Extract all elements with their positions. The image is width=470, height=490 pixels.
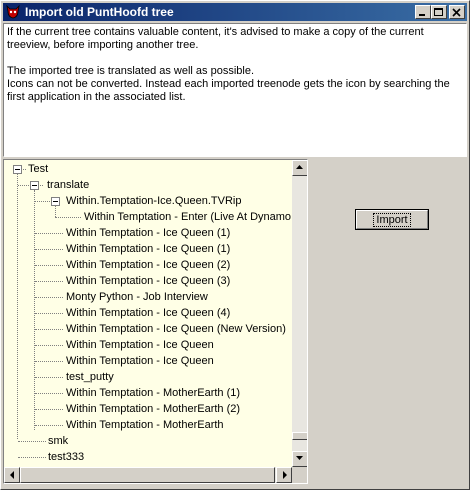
info-paragraph-1: If the current tree contains valuable co… [7, 26, 427, 51]
import-tree-view[interactable]: Test translate Within.Temptation-Ice.Que… [3, 159, 308, 484]
tree-node-tvrip-child[interactable]: Within Temptation - Enter (Live At Dynam… [84, 209, 291, 225]
import-button-label: Import [373, 212, 411, 227]
tree-content: Test translate Within.Temptation-Ice.Que… [4, 160, 291, 467]
tree-line [18, 457, 46, 458]
minimize-icon [419, 14, 425, 16]
scroll-down-button[interactable] [292, 451, 307, 467]
tree-line [35, 233, 63, 234]
info-textbox[interactable]: If the current tree contains valuable co… [3, 23, 467, 157]
app-icon [6, 5, 20, 19]
collapse-icon[interactable] [13, 165, 22, 174]
maximize-icon [434, 8, 443, 16]
tree-line [35, 313, 63, 314]
tree-node-item[interactable]: Within Temptation - Ice Queen [66, 353, 214, 369]
tree-node-smk[interactable]: smk [48, 433, 68, 449]
arrow-right-icon [283, 471, 287, 479]
minimize-button[interactable] [415, 5, 431, 19]
scrollbar-corner [292, 467, 307, 483]
tree-node-root[interactable]: Test [28, 161, 48, 177]
import-dialog: Import old PuntHoofd tree If the current… [0, 0, 470, 490]
tree-node-item[interactable]: Monty Python - Job Interview [66, 289, 208, 305]
import-button[interactable]: Import [355, 209, 429, 230]
info-paragraph-2: The imported tree is translated as well … [7, 65, 450, 103]
tree-line [35, 345, 63, 346]
scroll-left-button[interactable] [4, 467, 20, 483]
scroll-right-button[interactable] [276, 467, 292, 483]
horizontal-scrollbar[interactable] [4, 467, 292, 483]
tree-node-item[interactable]: Within Temptation - Ice Queen [66, 337, 214, 353]
arrow-down-icon [296, 456, 303, 460]
tree-line [35, 393, 63, 394]
tree-node-test333[interactable]: test333 [48, 449, 84, 465]
tree-line [35, 409, 63, 410]
title-bar[interactable]: Import old PuntHoofd tree [3, 3, 467, 21]
tree-node-translate[interactable]: translate [47, 177, 89, 193]
tree-line [35, 425, 63, 426]
arrow-left-icon [10, 471, 14, 479]
tree-line [35, 329, 63, 330]
tree-line [35, 249, 63, 250]
close-icon [452, 8, 461, 17]
tree-line [35, 265, 63, 266]
arrow-up-icon [296, 165, 303, 169]
horizontal-scroll-thumb[interactable] [20, 467, 275, 483]
tree-line [18, 441, 46, 442]
tree-node-tvrip[interactable]: Within.Temptation-Ice.Queen.TVRip [66, 193, 241, 209]
tree-node-item[interactable]: test_putty [66, 369, 114, 385]
tree-node-item[interactable]: Within Temptation - Ice Queen (New Versi… [66, 321, 286, 337]
tree-node-item[interactable]: Within Temptation - Ice Queen (2) [66, 257, 230, 273]
tree-line [35, 377, 63, 378]
collapse-icon[interactable] [51, 197, 60, 206]
collapse-icon[interactable] [30, 181, 39, 190]
tree-line [17, 174, 18, 439]
tree-line [55, 217, 81, 218]
close-button[interactable] [449, 5, 465, 19]
tree-node-item[interactable]: Within Temptation - Ice Queen (1) [66, 241, 230, 257]
window-title: Import old PuntHoofd tree [25, 5, 174, 19]
tree-node-item[interactable]: Within Temptation - Ice Queen (4) [66, 305, 230, 321]
tree-node-item[interactable]: Within Temptation - MotherEarth (1) [66, 385, 240, 401]
tree-line [35, 361, 63, 362]
tree-node-item[interactable]: Within Temptation - Ice Queen (1) [66, 225, 230, 241]
tree-line [34, 190, 35, 430]
tree-line [35, 281, 63, 282]
scroll-up-button[interactable] [292, 160, 307, 176]
tree-node-item[interactable]: Within Temptation - Ice Queen (3) [66, 273, 230, 289]
vertical-scroll-thumb[interactable] [292, 432, 307, 440]
tree-line [55, 206, 56, 217]
tree-node-item[interactable]: Within Temptation - MotherEarth [66, 417, 224, 433]
vertical-scrollbar[interactable] [292, 160, 307, 467]
tree-line [35, 297, 63, 298]
tree-node-item[interactable]: Within Temptation - MotherEarth (2) [66, 401, 240, 417]
maximize-button[interactable] [431, 5, 447, 19]
